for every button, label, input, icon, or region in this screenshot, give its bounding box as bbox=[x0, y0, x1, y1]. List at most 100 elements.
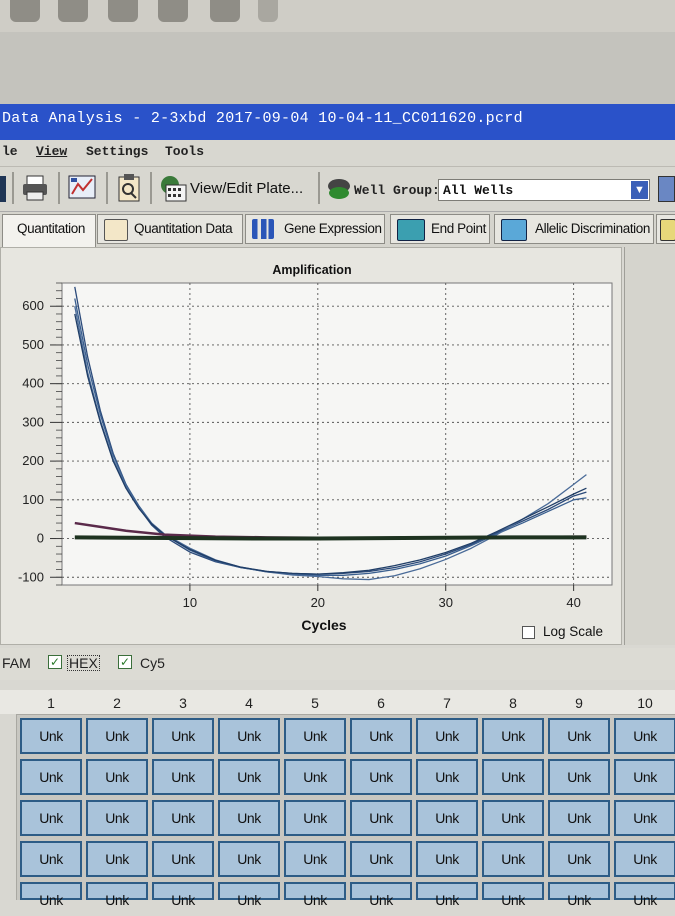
plate-well[interactable]: Unk bbox=[416, 759, 478, 795]
plate-well[interactable]: Unk bbox=[614, 882, 675, 908]
plate-column-header[interactable]: 8 bbox=[482, 692, 544, 714]
plate-well[interactable]: Unk bbox=[152, 841, 214, 877]
plate-well[interactable]: Unk bbox=[482, 841, 544, 877]
plate-well[interactable]: Unk bbox=[284, 718, 346, 754]
y-tick-label: 600 bbox=[22, 298, 44, 313]
menu-view[interactable]: View bbox=[36, 144, 67, 159]
plate-well[interactable]: Unk bbox=[284, 759, 346, 795]
users-icon[interactable] bbox=[210, 0, 240, 22]
plate-well[interactable]: Unk bbox=[284, 882, 346, 908]
chevron-down-icon[interactable]: ▼ bbox=[631, 181, 648, 199]
plate-well[interactable]: Unk bbox=[20, 800, 82, 836]
plate-well[interactable]: Unk bbox=[350, 800, 412, 836]
tab-label: End Point bbox=[431, 221, 486, 236]
y-tick-label: 0 bbox=[37, 531, 44, 546]
tab-allelic-discrimination[interactable]: Allelic Discrimination bbox=[494, 214, 654, 244]
plate-well[interactable]: Unk bbox=[416, 882, 478, 908]
dye-cy5-checkbox[interactable]: ✓ bbox=[118, 655, 132, 669]
plate-well[interactable]: Unk bbox=[152, 882, 214, 908]
plate-column-header[interactable]: 6 bbox=[350, 692, 412, 714]
dye-hex-label: HEX bbox=[67, 655, 100, 671]
y-tick-label: 200 bbox=[22, 453, 44, 468]
well-group-select[interactable]: All Wells ▼ bbox=[438, 179, 650, 201]
plate-well[interactable]: Unk bbox=[350, 759, 412, 795]
menu-file[interactable]: le bbox=[2, 144, 18, 159]
plate-well[interactable]: Unk bbox=[548, 800, 610, 836]
plate-well[interactable]: Unk bbox=[20, 718, 82, 754]
scatter-icon bbox=[501, 219, 527, 241]
plate-column-header[interactable]: 4 bbox=[218, 692, 280, 714]
plate-well[interactable]: Unk bbox=[350, 718, 412, 754]
log-scale-checkbox[interactable] bbox=[522, 626, 535, 639]
plate-well[interactable]: Unk bbox=[218, 759, 280, 795]
plate-well[interactable]: Unk bbox=[218, 882, 280, 908]
plate-well[interactable]: Unk bbox=[482, 718, 544, 754]
toolbar-edge-icon bbox=[0, 176, 6, 202]
plate-well[interactable]: Unk bbox=[482, 882, 544, 908]
plate-well[interactable]: Unk bbox=[614, 800, 675, 836]
plate-well[interactable]: Unk bbox=[152, 759, 214, 795]
plate-well[interactable]: Unk bbox=[86, 759, 148, 795]
plate-well[interactable]: Unk bbox=[218, 800, 280, 836]
print-icon[interactable] bbox=[22, 174, 48, 202]
plate-well[interactable]: Unk bbox=[416, 718, 478, 754]
plate-well[interactable]: Unk bbox=[548, 759, 610, 795]
plate-well[interactable]: Unk bbox=[152, 718, 214, 754]
tab-gene-expression[interactable]: Gene Expression bbox=[245, 214, 385, 244]
tab-end-point[interactable]: End Point bbox=[390, 214, 490, 244]
plate-well[interactable]: Unk bbox=[350, 882, 412, 908]
chart-export-icon[interactable] bbox=[68, 174, 98, 202]
view-edit-plate-button[interactable]: View/Edit Plate... bbox=[190, 180, 303, 197]
plate-well[interactable]: Unk bbox=[614, 718, 675, 754]
toolbar-options-icon[interactable] bbox=[658, 176, 675, 202]
plate-column-header[interactable]: 7 bbox=[416, 692, 478, 714]
plate-well[interactable]: Unk bbox=[416, 800, 478, 836]
users-icon[interactable] bbox=[158, 0, 188, 22]
dye-hex-checkbox[interactable]: ✓ bbox=[48, 655, 62, 669]
help-icon[interactable] bbox=[258, 0, 278, 22]
plate-well[interactable]: Unk bbox=[284, 800, 346, 836]
tab-quantitation[interactable]: Quantitation bbox=[2, 214, 96, 248]
plate-well[interactable]: Unk bbox=[548, 841, 610, 877]
x-axis-ticks: 10 20 30 40 bbox=[183, 585, 581, 610]
plate-edit-icon[interactable] bbox=[158, 173, 188, 203]
tool-icon[interactable] bbox=[58, 0, 88, 22]
plate-well[interactable]: Unk bbox=[20, 759, 82, 795]
plate-well[interactable]: Unk bbox=[548, 718, 610, 754]
plate-well[interactable]: Unk bbox=[218, 718, 280, 754]
plate-column-header[interactable]: 9 bbox=[548, 692, 610, 714]
plate-column-header[interactable]: 3 bbox=[152, 692, 214, 714]
end-point-icon bbox=[397, 219, 425, 241]
tab-quantitation-data[interactable]: Quantitation Data bbox=[97, 214, 243, 244]
menu-settings[interactable]: Settings bbox=[86, 144, 148, 159]
plate-well[interactable]: Unk bbox=[416, 841, 478, 877]
plate-well[interactable]: Unk bbox=[482, 759, 544, 795]
plate-well[interactable]: Unk bbox=[86, 882, 148, 908]
tab-more[interactable] bbox=[656, 214, 675, 244]
clipboard-report-icon[interactable] bbox=[116, 173, 142, 203]
plate-well[interactable]: Unk bbox=[350, 841, 412, 877]
plate-well[interactable]: Unk bbox=[482, 800, 544, 836]
y-tick-label: 100 bbox=[22, 492, 44, 507]
plate-well[interactable]: Unk bbox=[284, 841, 346, 877]
x-tick-label: 10 bbox=[183, 595, 197, 610]
plate-column-header[interactable]: 5 bbox=[284, 692, 346, 714]
plate-well[interactable]: Unk bbox=[86, 718, 148, 754]
plate-well[interactable]: Unk bbox=[218, 841, 280, 877]
plate-well[interactable]: Unk bbox=[20, 882, 82, 908]
globe-icon[interactable] bbox=[108, 0, 138, 22]
plate-column-header[interactable]: 10 bbox=[614, 692, 675, 714]
plate-well[interactable]: Unk bbox=[152, 800, 214, 836]
plate-well[interactable]: Unk bbox=[86, 841, 148, 877]
tool-icon[interactable] bbox=[10, 0, 40, 22]
plate-well[interactable]: Unk bbox=[548, 882, 610, 908]
plate-well[interactable]: Unk bbox=[614, 841, 675, 877]
plate-well[interactable]: Unk bbox=[20, 841, 82, 877]
plate-well[interactable]: Unk bbox=[86, 800, 148, 836]
plate-column-header[interactable]: 1 bbox=[20, 692, 82, 714]
menu-tools[interactable]: Tools bbox=[165, 144, 204, 159]
plate-well[interactable]: Unk bbox=[614, 759, 675, 795]
tab-label: Gene Expression bbox=[284, 221, 382, 236]
plate-column-header[interactable]: 2 bbox=[86, 692, 148, 714]
side-panel bbox=[624, 247, 675, 645]
